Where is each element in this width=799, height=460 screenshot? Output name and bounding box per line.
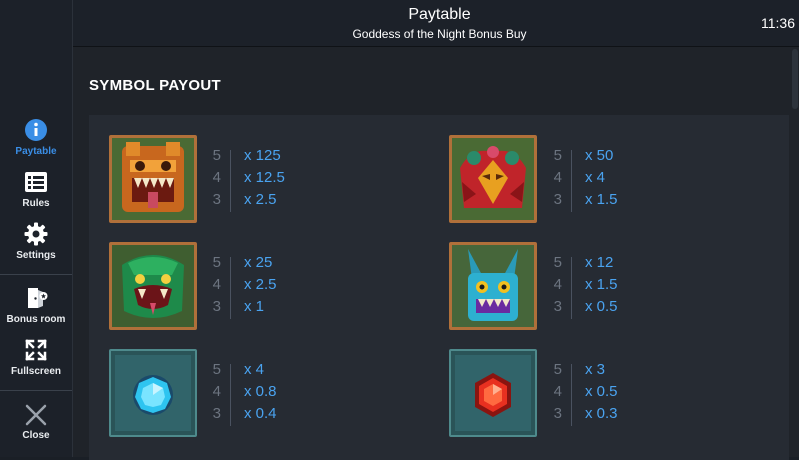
symbol-count: 4 (212, 276, 221, 293)
paytable-content[interactable]: SYMBOL PAYOUT 5x 125 4x 12.5 3x 2.5 5 x … (73, 47, 799, 460)
payout-divider (571, 150, 572, 212)
payout-multiplier: x 2.5 (244, 276, 277, 293)
payout-table-rabbit: 5 x 12 4 x 1.5 3 x 0.5 (550, 254, 670, 320)
clock: 11:36 (761, 15, 795, 31)
bird-mask-icon (452, 138, 534, 220)
sidebar-item-label: Fullscreen (10, 366, 62, 377)
payout-table-red-gem: 5 x 3 4 x 0.5 3 x 0.3 (550, 361, 670, 427)
symbol-count: 4 (553, 276, 562, 293)
payout-multiplier: x 4 (585, 169, 606, 186)
sidebar-item-label: Close (22, 430, 50, 441)
rabbit-mask-symbol (449, 242, 537, 330)
symbol-count: 3 (212, 405, 221, 422)
red-gem-icon (451, 351, 535, 435)
payout-multiplier: x 12 (585, 254, 614, 271)
blue-gem-symbol (109, 349, 197, 437)
symbol-count: 3 (212, 191, 221, 208)
payout-table-bird: 5 x 50 4 x 4 3 x 1.5 (550, 147, 670, 213)
payout-multiplier: x 0.5 (585, 383, 618, 400)
sidebar-item-label: Bonus room (6, 314, 66, 325)
jaguar-mask-symbol (109, 135, 197, 223)
payout-multiplier: x 1.5 (585, 276, 618, 293)
symbol-count: 5 (212, 147, 221, 164)
list-icon (25, 172, 47, 192)
sidebar-item-bonus-room[interactable]: Bonus room (0, 286, 72, 325)
payout-divider (230, 364, 231, 426)
payout-table-blue-gem: 5 x 4 4 x 0.8 3 x 0.4 (209, 361, 329, 427)
payout-multiplier: x 125 (244, 147, 281, 164)
sidebar-item-label: Settings (16, 250, 56, 261)
sidebar-item-settings[interactable]: Settings (0, 222, 72, 261)
payout-table-jaguar: 5 x 125 4 x 12.5 3 x 2.5 (209, 147, 329, 213)
serpent-mask-icon (112, 245, 194, 327)
section-title: SYMBOL PAYOUT (89, 77, 221, 94)
sidebar-item-label: Rules (22, 198, 50, 209)
symbol-count: 4 (553, 169, 562, 186)
serpent-mask-symbol (109, 242, 197, 330)
rabbit-mask-icon (452, 245, 534, 327)
header: Paytable Goddess of the Night Bonus Buy … (73, 0, 799, 47)
symbol-count: 4 (212, 169, 221, 186)
blue-gem-icon (111, 351, 195, 435)
sidebar-item-paytable[interactable]: Paytable (0, 118, 72, 157)
bonus-room-icon (28, 288, 48, 308)
payout-divider (571, 257, 572, 319)
payout-multiplier: x 50 (585, 147, 614, 164)
sidebar: Paytable Rules Settings Bonus room Fulls… (0, 0, 73, 457)
symbol-count: 5 (212, 254, 221, 271)
payout-divider (230, 150, 231, 212)
info-icon (25, 119, 47, 141)
scrollbar[interactable] (791, 47, 799, 457)
sidebar-item-rules[interactable]: Rules (0, 170, 72, 209)
payout-multiplier: x 1.5 (585, 191, 618, 208)
symbol-count: 3 (212, 298, 221, 315)
payout-divider (230, 257, 231, 319)
sidebar-divider (0, 390, 72, 391)
symbol-count: 3 (553, 298, 562, 315)
close-icon (25, 404, 47, 426)
payout-multiplier: x 2.5 (244, 191, 277, 208)
payout-multiplier: x 25 (244, 254, 273, 271)
scrollbar-thumb[interactable] (792, 49, 798, 109)
symbol-count: 3 (553, 191, 562, 208)
payout-multiplier: x 0.4 (244, 405, 277, 422)
payout-multiplier: x 4 (244, 361, 265, 378)
payout-multiplier: x 0.5 (585, 298, 618, 315)
symbol-count: 5 (212, 361, 221, 378)
red-gem-symbol (449, 349, 537, 437)
symbol-count: 5 (553, 254, 562, 271)
payout-multiplier: x 1 (244, 298, 265, 315)
sidebar-item-fullscreen[interactable]: Fullscreen (0, 338, 72, 377)
symbol-count: 5 (553, 361, 562, 378)
payout-divider (571, 364, 572, 426)
symbol-count: 4 (553, 383, 562, 400)
payout-multiplier: x 0.3 (585, 405, 618, 422)
symbol-payout-panel: 5x 125 4x 12.5 3x 2.5 5x 50 4x 4 3 x 1.5… (89, 115, 789, 460)
symbol-count: 5 (553, 147, 562, 164)
sidebar-divider (0, 274, 72, 275)
fullscreen-icon (25, 339, 47, 361)
page-title: Paytable (408, 6, 471, 23)
game-name: Goddess of the Night Bonus Buy (352, 27, 527, 41)
sidebar-item-close[interactable]: Close (0, 404, 72, 441)
bird-mask-symbol (449, 135, 537, 223)
symbol-count: 4 (212, 383, 221, 400)
sidebar-item-label: Paytable (15, 146, 57, 157)
payout-table-serpent: 5 x 25 4 x 2.5 3 x 1 (209, 254, 329, 320)
symbol-count: 3 (553, 405, 562, 422)
gear-icon (24, 222, 48, 246)
payout-multiplier: x 3 (585, 361, 606, 378)
payout-multiplier: x 0.8 (244, 383, 277, 400)
jaguar-mask-icon (112, 138, 194, 220)
payout-multiplier: x 12.5 (244, 169, 285, 186)
